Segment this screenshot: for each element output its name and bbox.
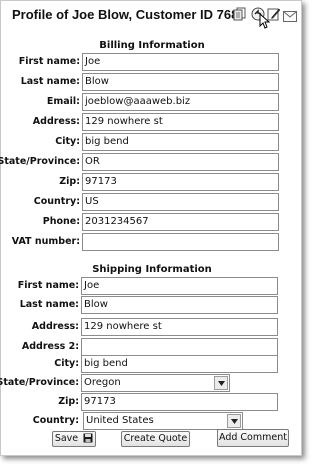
shipping-zip-row: Zip: 97173 xyxy=(1,393,303,411)
copy-icon[interactable] xyxy=(233,7,247,21)
shipping-last-name-field[interactable]: Blow xyxy=(81,296,278,314)
header: Profile of Joe Blow, Customer ID 768 xyxy=(1,1,303,31)
billing-state-field[interactable]: OR xyxy=(82,153,279,171)
billing-address-field[interactable]: 129 nowhere st xyxy=(82,113,279,131)
shipping-country-value: United States xyxy=(86,415,154,426)
shipping-first-name-row: First name: Joe xyxy=(1,277,303,295)
billing-country-field[interactable]: US xyxy=(82,193,279,211)
shipping-zip-label: Zip: xyxy=(58,396,79,407)
page-title: Profile of Joe Blow, Customer ID 768 xyxy=(12,7,239,22)
billing-zip-row: Zip: 97173 xyxy=(1,173,303,191)
billing-phone-row: Phone: 2031234567 xyxy=(1,213,303,231)
save-button-label: Save xyxy=(54,433,79,444)
billing-address-label: Address: xyxy=(32,116,80,127)
shipping-zip-field[interactable]: 97173 xyxy=(81,393,278,411)
billing-first-name-field[interactable]: Joe xyxy=(82,53,279,71)
billing-city-field[interactable]: big bend xyxy=(82,133,279,151)
billing-email-row: Email: joeblow@aaaweb.biz xyxy=(1,93,303,111)
shipping-address2-field[interactable] xyxy=(81,338,278,356)
billing-country-label: Country: xyxy=(33,196,80,207)
profile-panel: Profile of Joe Blow, Customer ID 768 Bil… xyxy=(0,0,302,456)
billing-phone-label: Phone: xyxy=(42,216,80,227)
chevron-down-icon[interactable] xyxy=(214,376,228,390)
shipping-country-select[interactable]: United States xyxy=(83,412,243,430)
billing-email-field[interactable]: joeblow@aaaweb.biz xyxy=(82,93,279,111)
shipping-city-row: City: big bend xyxy=(1,355,303,373)
billing-address-row: Address: 129 nowhere st xyxy=(1,113,303,131)
shipping-country-row: Country: United States xyxy=(1,412,303,430)
shipping-address2-row: Address 2: xyxy=(1,338,303,356)
shipping-section-title: Shipping Information xyxy=(92,264,212,275)
billing-first-name-row: First name: Joe xyxy=(1,53,303,71)
billing-state-label: State/Province: xyxy=(0,156,80,167)
billing-state-row: State/Province: OR xyxy=(0,153,303,171)
shipping-first-name-field[interactable]: Joe xyxy=(81,277,278,295)
mail-icon[interactable] xyxy=(283,9,297,23)
create-quote-button[interactable]: Create Quote xyxy=(121,431,190,447)
shipping-state-row: State/Province: Oregon xyxy=(0,374,303,392)
shipping-city-field[interactable]: big bend xyxy=(81,355,278,373)
billing-vat-row: VAT number: xyxy=(1,233,303,251)
billing-email-label: Email: xyxy=(46,96,80,107)
shipping-address-field[interactable]: 129 nowhere st xyxy=(81,318,278,336)
shipping-state-label: State/Province: xyxy=(0,377,79,388)
save-button[interactable]: Save xyxy=(52,431,96,447)
billing-vat-field[interactable] xyxy=(82,233,279,251)
shipping-last-name-label: Last name: xyxy=(19,299,79,310)
billing-country-row: Country: US xyxy=(1,193,303,211)
edit-icon[interactable] xyxy=(267,7,281,21)
shipping-first-name-label: First name: xyxy=(17,280,79,291)
shipping-address-row: Address: 129 nowhere st xyxy=(1,318,303,336)
shipping-country-label: Country: xyxy=(32,415,79,426)
shipping-address-label: Address: xyxy=(31,321,79,332)
billing-last-name-label: Last name: xyxy=(20,76,80,87)
billing-last-name-row: Last name: Blow xyxy=(1,73,303,91)
billing-city-label: City: xyxy=(55,136,80,147)
shipping-address2-label: Address 2: xyxy=(21,341,79,352)
billing-last-name-field[interactable]: Blow xyxy=(82,73,279,91)
billing-first-name-label: First name: xyxy=(18,56,80,67)
billing-section-title: Billing Information xyxy=(99,40,205,51)
shipping-city-label: City: xyxy=(54,358,79,369)
floppy-disk-icon xyxy=(83,433,93,448)
add-comment-button[interactable]: Add Comment xyxy=(217,429,289,447)
chevron-down-icon[interactable] xyxy=(227,414,241,428)
shipping-state-select[interactable]: Oregon xyxy=(81,374,230,392)
billing-phone-field[interactable]: 2031234567 xyxy=(82,213,279,231)
shipping-last-name-row: Last name: Blow xyxy=(1,296,303,314)
billing-zip-field[interactable]: 97173 xyxy=(82,173,279,191)
shipping-state-value: Oregon xyxy=(84,377,121,388)
billing-zip-label: Zip: xyxy=(59,176,80,187)
billing-vat-label: VAT number: xyxy=(11,236,80,247)
billing-city-row: City: big bend xyxy=(1,133,303,151)
